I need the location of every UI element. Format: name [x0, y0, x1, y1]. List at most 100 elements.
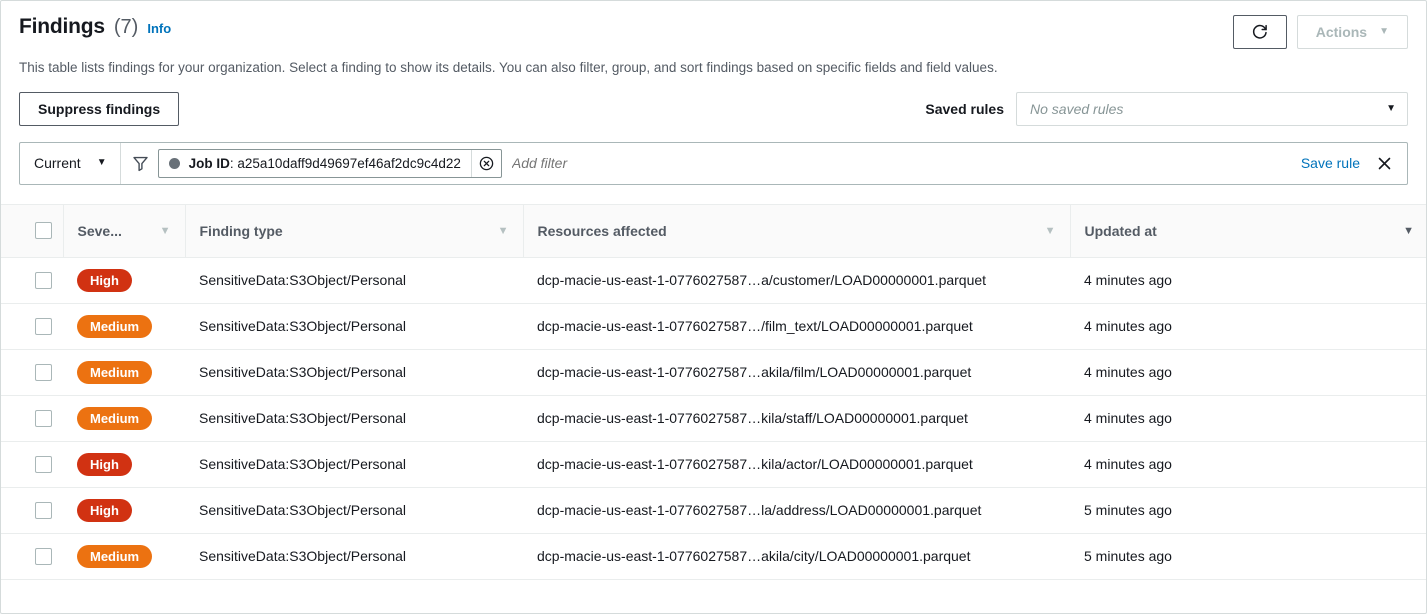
row-finding-type: SensitiveData:S3Object/Personal [199, 410, 406, 427]
row-finding-type: SensitiveData:S3Object/Personal [199, 364, 406, 381]
column-header-updated-at[interactable]: Updated at ▼ [1069, 204, 1426, 258]
filter-scope-label: Current [34, 155, 81, 172]
row-resource-cell: dcp-macie-us-east-1-0776027587…akila/cit… [523, 533, 1070, 580]
row-finding-type-cell: SensitiveData:S3Object/Personal [185, 395, 523, 442]
row-resource-cell: dcp-macie-us-east-1-0776027587…a/custome… [523, 257, 1070, 304]
table-header-row: Seve... ▼ Finding type ▼ Resources affec… [1, 204, 1426, 258]
column-header-updated-at-label: Updated at [1084, 222, 1157, 239]
row-finding-type-cell: SensitiveData:S3Object/Personal [185, 303, 523, 350]
row-checkbox[interactable] [35, 455, 52, 473]
row-finding-type-cell: SensitiveData:S3Object/Personal [185, 257, 523, 304]
row-finding-type-cell: SensitiveData:S3Object/Personal [185, 441, 523, 488]
actions-button-label: Actions [1315, 24, 1368, 40]
header-actions: Actions ▼ [1232, 15, 1408, 49]
saved-rules-placeholder: No saved rules [1030, 100, 1124, 117]
filter-dot-icon [168, 157, 180, 169]
filter-token-value: a25a10daff9d49697ef46af2dc9c4d22 [237, 155, 461, 171]
row-checkbox[interactable] [35, 409, 52, 427]
row-checkbox[interactable] [35, 547, 52, 565]
column-header-finding-type-label: Finding type [199, 222, 283, 239]
table-row[interactable]: Medium SensitiveData:S3Object/Personal dcp… [1, 395, 1426, 442]
table-row[interactable]: Medium SensitiveData:S3Object/Personal dcp… [1, 349, 1426, 396]
save-rule-link[interactable]: Save rule [1301, 155, 1360, 171]
table-row[interactable]: High SensitiveData:S3Object/Personal dcp-m… [1, 487, 1426, 534]
row-severity-cell: Medium [63, 303, 185, 350]
sort-caret-icon: ▼ [159, 224, 171, 237]
panel-description: This table lists findings for your organ… [19, 60, 998, 75]
page-title: Findings [19, 15, 105, 38]
status-badge: Medium [77, 360, 153, 384]
row-severity-cell: Medium [63, 533, 185, 580]
row-updated-at-cell: 4 minutes ago [1070, 303, 1426, 350]
filter-token-job-id[interactable]: Job ID: a25a10daff9d49697ef46af2dc9c4d22 [157, 148, 502, 178]
row-updated-at: 5 minutes ago [1084, 502, 1172, 519]
row-select-cell [1, 395, 63, 442]
select-all-checkbox[interactable] [35, 222, 52, 240]
status-badge: Medium [77, 544, 153, 568]
row-resource: dcp-macie-us-east-1-0776027587…akila/fil… [537, 364, 972, 381]
row-resource-cell: dcp-macie-us-east-1-0776027587…la/addres… [523, 487, 1070, 534]
column-header-severity[interactable]: Seve... ▼ [62, 204, 185, 258]
column-header-finding-type[interactable]: Finding type ▼ [184, 204, 523, 258]
row-checkbox[interactable] [35, 501, 52, 519]
status-badge: Medium [77, 314, 153, 338]
close-x-icon[interactable] [1376, 155, 1393, 172]
row-severity-cell: Medium [63, 349, 185, 396]
column-header-resources-affected[interactable]: Resources affected ▼ [522, 204, 1070, 258]
row-finding-type: SensitiveData:S3Object/Personal [199, 456, 406, 473]
row-updated-at-cell: 4 minutes ago [1070, 257, 1426, 304]
filter-token-list: Job ID: a25a10daff9d49697ef46af2dc9c4d22 [157, 143, 1289, 184]
filter-token-separator: : [229, 155, 234, 171]
row-checkbox[interactable] [35, 271, 52, 289]
table-row[interactable]: High SensitiveData:S3Object/Personal dcp-m… [1, 441, 1426, 488]
row-updated-at: 4 minutes ago [1084, 410, 1172, 427]
row-checkbox[interactable] [35, 317, 52, 335]
row-select-cell [1, 487, 63, 534]
add-filter-input[interactable] [511, 155, 1289, 172]
column-header-resources-affected-label: Resources affected [537, 222, 667, 239]
row-severity-cell: Medium [63, 395, 185, 442]
filter-scope-select[interactable]: Current ▼ [20, 142, 121, 184]
table-body: High SensitiveData:S3Object/Personal dcp-m… [1, 257, 1426, 580]
row-select-cell [1, 533, 63, 580]
sort-caret-icon: ▼ [1403, 224, 1414, 237]
chevron-down-icon: ▼ [96, 157, 107, 169]
chevron-down-icon: ▼ [1386, 102, 1396, 114]
refresh-button[interactable] [1232, 15, 1287, 49]
column-header-select-all [1, 204, 63, 258]
row-resource: dcp-macie-us-east-1-0776027587…la/addres… [537, 502, 982, 519]
status-badge: High [77, 452, 132, 476]
filter-token-key: Job ID [188, 155, 230, 171]
row-resource: dcp-macie-us-east-1-0776027587…akila/cit… [537, 548, 971, 565]
row-updated-at: 4 minutes ago [1084, 272, 1172, 289]
row-updated-at: 4 minutes ago [1084, 364, 1172, 381]
findings-count: (7) [113, 16, 139, 38]
row-updated-at-cell: 4 minutes ago [1070, 395, 1426, 442]
row-resource-cell: dcp-macie-us-east-1-0776027587…akila/fil… [523, 349, 1070, 396]
row-severity-cell: High [63, 487, 185, 534]
column-header-severity-label: Seve... [77, 222, 122, 239]
row-checkbox[interactable] [35, 363, 52, 381]
row-resource-cell: dcp-macie-us-east-1-0776027587…/film_tex… [523, 303, 1070, 350]
row-resource-cell: dcp-macie-us-east-1-0776027587…kila/staf… [523, 395, 1070, 442]
row-severity-cell: High [63, 441, 185, 488]
row-resource: dcp-macie-us-east-1-0776027587…kila/acto… [537, 456, 973, 473]
row-updated-at-cell: 5 minutes ago [1070, 533, 1426, 580]
row-resource: dcp-macie-us-east-1-0776027587…kila/staf… [537, 410, 968, 427]
table-row[interactable]: Medium SensitiveData:S3Object/Personal dcp… [1, 533, 1426, 580]
info-link[interactable]: Info [147, 21, 171, 36]
row-finding-type-cell: SensitiveData:S3Object/Personal [185, 533, 523, 580]
row-select-cell [1, 257, 63, 304]
table-row[interactable]: High SensitiveData:S3Object/Personal dcp-m… [1, 257, 1426, 304]
saved-rules-label: Saved rules [925, 100, 1004, 117]
actions-button[interactable]: Actions ▼ [1296, 15, 1408, 49]
suppress-findings-button[interactable]: Suppress findings [19, 91, 180, 126]
filter-funnel-icon [121, 143, 158, 184]
refresh-icon [1251, 23, 1269, 41]
status-badge: High [77, 498, 132, 522]
saved-rules-select[interactable]: No saved rules ▼ [1016, 91, 1408, 126]
circle-x-icon[interactable] [470, 149, 501, 177]
table-row[interactable]: Medium SensitiveData:S3Object/Personal dcp… [1, 303, 1426, 350]
filter-token-text: Job ID: a25a10daff9d49697ef46af2dc9c4d22 [189, 156, 471, 171]
row-finding-type-cell: SensitiveData:S3Object/Personal [185, 349, 523, 396]
